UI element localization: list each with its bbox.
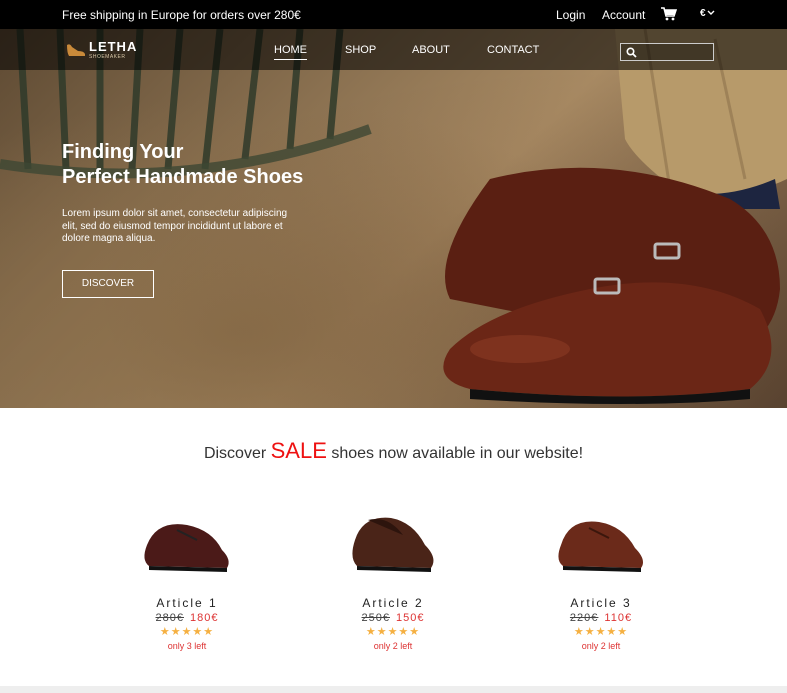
sale-price: 110€ <box>604 612 633 624</box>
product-prices: 280€ 180€ <box>112 612 262 624</box>
nav-about[interactable]: ABOUT <box>412 44 450 56</box>
sale-heading-prefix: Discover <box>203 445 267 462</box>
rating-stars: ★★★★★ <box>573 626 629 638</box>
product-prices: 220€ 110€ <box>526 612 676 624</box>
product-name[interactable]: Article 3 <box>526 596 676 610</box>
footer-divider <box>0 686 787 693</box>
stock-note: only 3 left <box>167 641 207 651</box>
product-card[interactable]: Article 1 280€ 180€ ★★★★★ only 3 left <box>112 500 262 651</box>
sale-highlight: SALE <box>270 438 327 463</box>
sale-price: 150€ <box>396 612 425 624</box>
product-image[interactable] <box>343 500 443 580</box>
hero-shoe-image <box>443 167 780 404</box>
nav-home[interactable]: HOME <box>274 44 307 60</box>
shoe-logo-icon[interactable] <box>66 41 86 57</box>
chevron-down-icon[interactable] <box>707 9 715 17</box>
nav-shop[interactable]: SHOP <box>345 44 376 56</box>
product-name[interactable]: Article 2 <box>318 596 468 610</box>
old-price: 280€ <box>155 612 184 624</box>
discover-button[interactable]: DISCOVER <box>62 270 154 298</box>
brand-tagline: SHOEMAKER <box>89 54 126 60</box>
sale-price: 180€ <box>190 612 219 624</box>
product-image[interactable] <box>137 500 237 580</box>
brand-name[interactable]: LETHA <box>89 39 137 54</box>
account-link[interactable]: Account <box>602 8 645 22</box>
login-link[interactable]: Login <box>556 8 585 22</box>
nav-contact[interactable]: CONTACT <box>487 44 539 56</box>
product-prices: 250€ 150€ <box>318 612 468 624</box>
hero-banner: LETHA SHOEMAKER HOME SHOP ABOUT CONTACT … <box>0 29 787 408</box>
old-price: 250€ <box>361 612 390 624</box>
search-icon[interactable] <box>626 47 637 58</box>
product-card[interactable]: Article 2 250€ 150€ ★★★★★ only 2 left <box>318 500 468 651</box>
product-name[interactable]: Article 1 <box>112 596 262 610</box>
hero-body-text: Lorem ipsum dolor sit amet, consectetur … <box>62 208 288 244</box>
shipping-promo: Free shipping in Europe for orders over … <box>62 8 301 22</box>
hero-headline-line2: Perfect Handmade Shoes <box>62 166 304 188</box>
main-nav: LETHA SHOEMAKER HOME SHOP ABOUT CONTACT <box>0 29 787 70</box>
rating-stars: ★★★★★ <box>365 626 421 638</box>
product-card[interactable]: Article 3 220€ 110€ ★★★★★ only 2 left <box>526 500 676 651</box>
currency-selector[interactable]: € <box>700 8 706 19</box>
hero-headline-line1: Finding Your <box>62 141 184 163</box>
cart-icon[interactable] <box>661 7 677 21</box>
sale-heading-suffix: shoes now available in our website! <box>331 445 584 462</box>
search-input[interactable] <box>620 43 714 61</box>
sale-heading: Discover SALE shoes now available in our… <box>0 438 787 464</box>
top-bar: Free shipping in Europe for orders over … <box>0 0 787 29</box>
rating-stars: ★★★★★ <box>159 626 215 638</box>
stock-note: only 2 left <box>373 641 413 651</box>
stock-note: only 2 left <box>581 641 621 651</box>
old-price: 220€ <box>569 612 599 624</box>
product-image[interactable] <box>551 500 651 580</box>
